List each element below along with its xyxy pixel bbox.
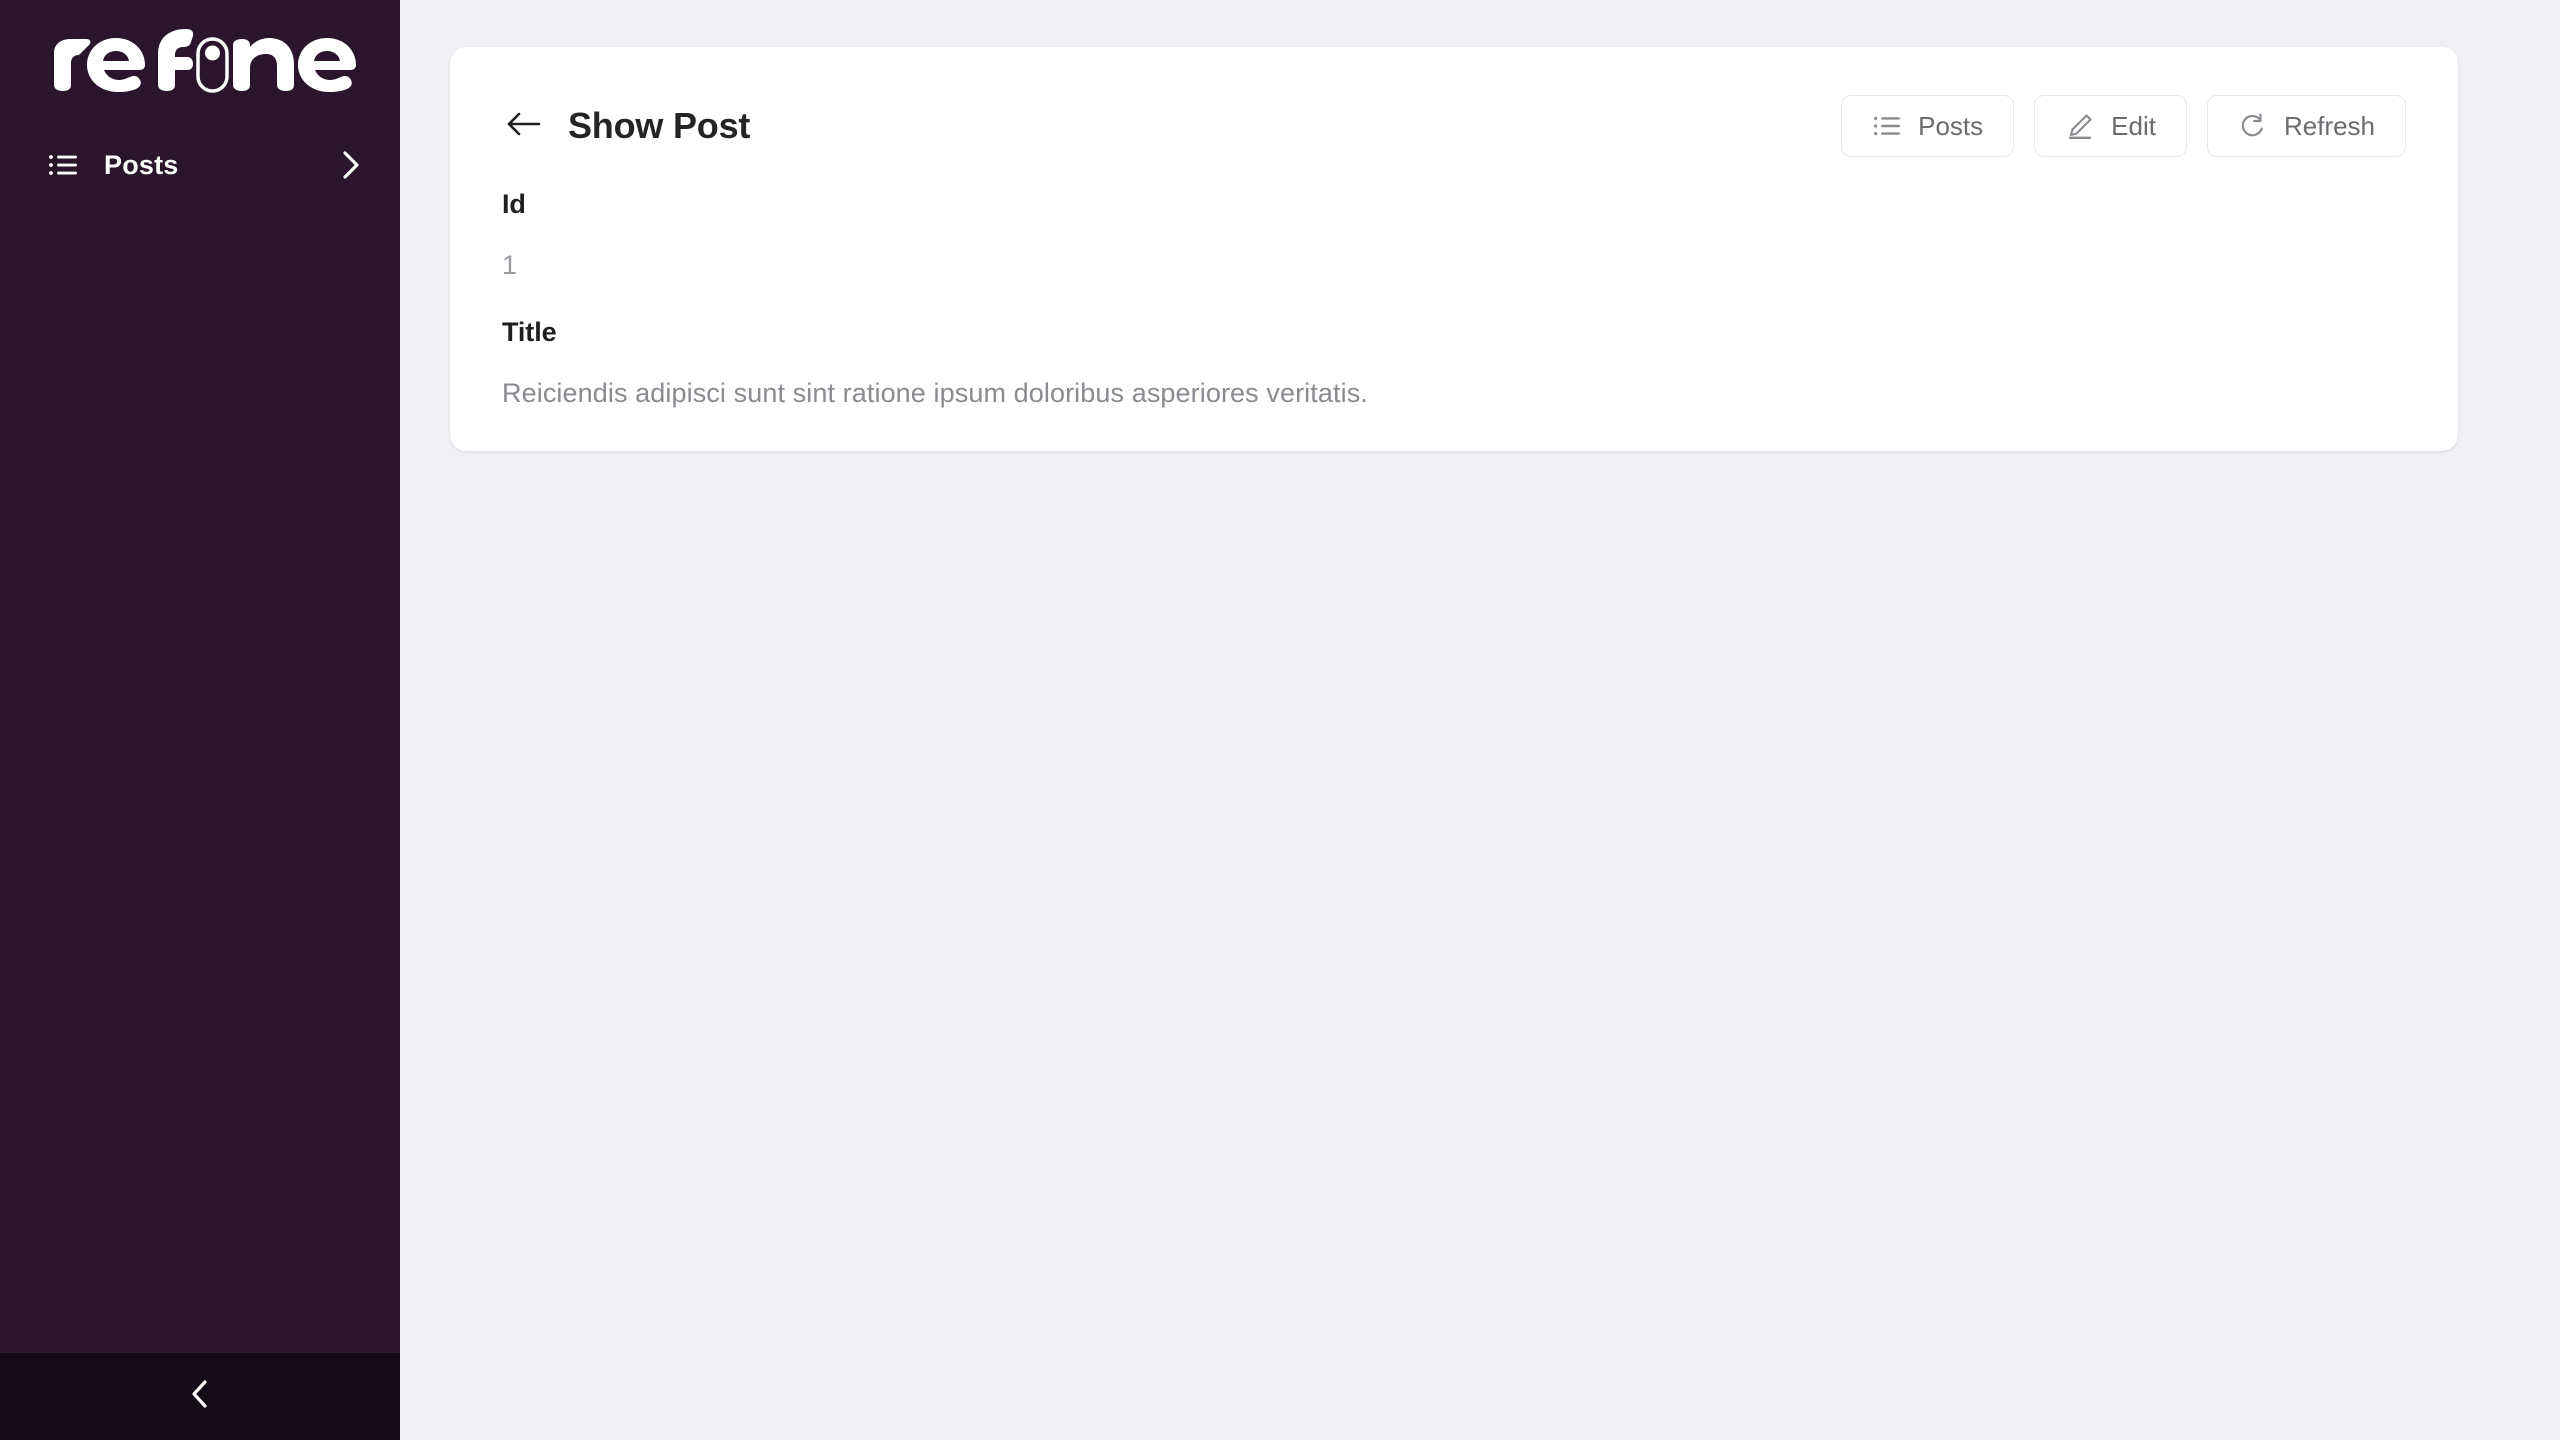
field-label: Title [502,317,557,347]
refine-logo [54,29,356,93]
main-content: Show Post Posts Edit Refresh Id 1 Title … [400,0,2560,1440]
back-button[interactable] [502,104,546,148]
app-root: Posts Show Post Posts Edit Refresh Id 1 … [0,0,2560,1440]
sidebar: Posts [0,0,400,1440]
sidebar-item-label: Posts [104,149,179,180]
field-label: Id [502,189,526,219]
card-header: Show Post Posts Edit Refresh [450,47,2458,163]
posts-button[interactable]: Posts [1841,95,2015,157]
posts-button-label: Posts [1918,110,1984,141]
chevron-left-icon [188,1378,212,1415]
sidebar-collapse-button[interactable] [0,1353,400,1440]
sidebar-nav: Posts [0,120,400,1353]
edit-button-label: Edit [2111,110,2156,141]
sidebar-logo[interactable] [0,0,400,120]
show-post-card: Show Post Posts Edit Refresh Id 1 Title … [450,47,2458,451]
field-id: Id 1 [502,189,2406,281]
pencil-icon [2065,111,2095,141]
page-title: Show Post [568,105,751,146]
field-title: Title Reiciendis adipisci sunt sint rati… [502,317,2406,409]
edit-button[interactable]: Edit [2034,95,2187,157]
refresh-button[interactable]: Refresh [2206,95,2406,157]
sidebar-item-posts[interactable]: Posts [0,132,400,198]
list-icon [1872,111,1902,141]
list-icon [46,148,80,182]
card-body: Id 1 Title Reiciendis adipisci sunt sint… [450,163,2458,409]
header-actions: Posts Edit Refresh [1841,95,2406,157]
refresh-icon [2238,111,2268,141]
field-value: Reiciendis adipisci sunt sint ratione ip… [502,378,1368,408]
chevron-right-icon [336,150,366,180]
arrow-left-icon [506,109,542,144]
refresh-button-label: Refresh [2283,110,2375,141]
field-value: 1 [502,250,518,280]
